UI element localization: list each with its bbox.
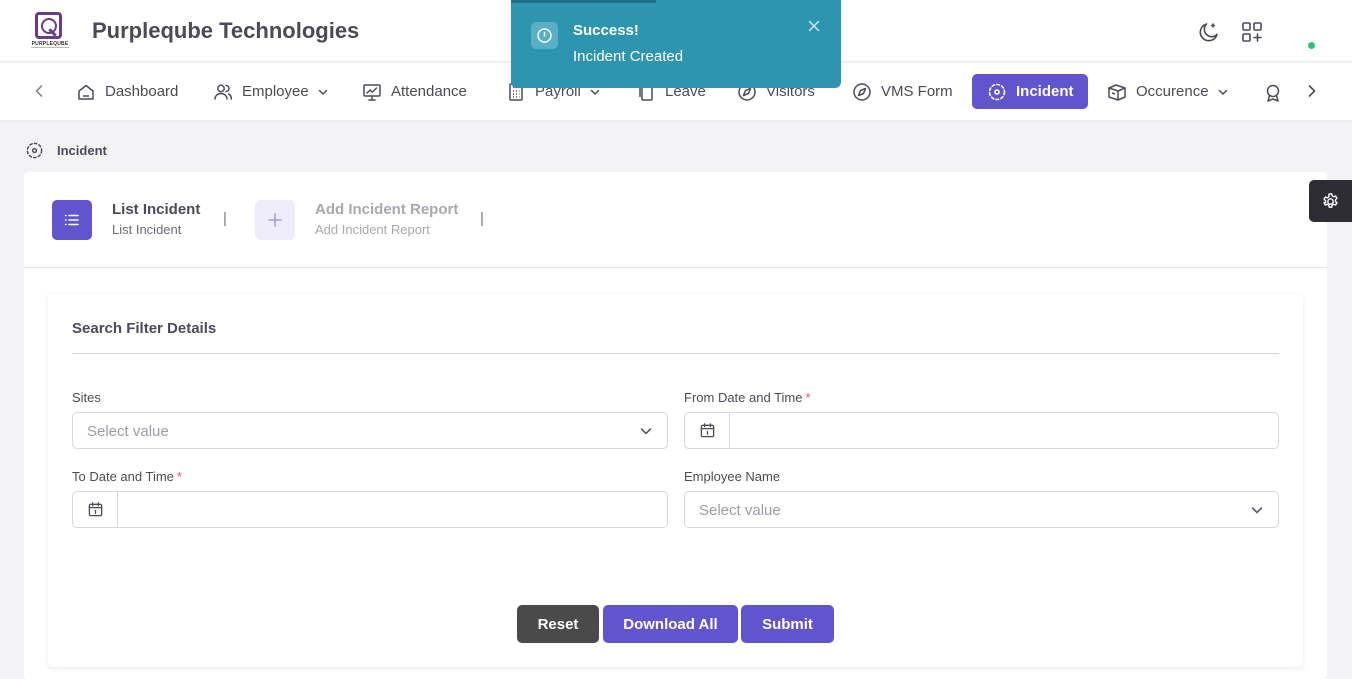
award-icon[interactable] <box>1263 83 1283 103</box>
incident-card: List Incident List Incident | Add Incide… <box>24 172 1327 679</box>
breadcrumb: Incident <box>25 141 107 160</box>
toast-title: Success! <box>573 22 639 39</box>
close-icon[interactable] <box>806 18 822 34</box>
logo-divider <box>31 47 69 48</box>
online-status-dot <box>1308 42 1315 49</box>
moon-icon[interactable] <box>1197 20 1221 44</box>
tab-separator: | <box>480 210 484 227</box>
brand-name: Purpleqube Technologies <box>92 18 360 43</box>
nav-scroll-right-icon[interactable] <box>1302 81 1322 101</box>
filter-title: Search Filter Details <box>72 320 217 337</box>
nav-item-incident[interactable]: Incident <box>972 74 1088 109</box>
nav-item-employee[interactable]: Employee <box>203 74 339 109</box>
reset-button[interactable]: Reset <box>517 605 599 643</box>
tab-subtitle: List Incident <box>112 222 182 237</box>
sites-select[interactable]: Select value <box>72 412 668 449</box>
nav-item-dashboard[interactable]: Dashboard <box>66 74 188 109</box>
nav-label: Occurence <box>1136 83 1209 100</box>
tab-title[interactable]: List Incident <box>112 201 200 218</box>
chevron-down-icon <box>1218 89 1227 95</box>
toast-progress-bar <box>511 0 656 3</box>
info-icon <box>531 22 558 49</box>
toast-message: Incident Created <box>573 48 684 65</box>
success-toast: Success! Incident Created <box>511 0 841 88</box>
company-logo[interactable]: PURPLEQUBE <box>29 12 71 50</box>
to-date-label: To Date and Time * <box>72 469 182 484</box>
calendar-icon[interactable] <box>685 413 730 448</box>
chevron-down-icon <box>1251 507 1263 514</box>
chevron-down-icon <box>640 428 652 435</box>
breadcrumb-label[interactable]: Incident <box>57 143 107 158</box>
tab-title[interactable]: Add Incident Report <box>315 201 458 218</box>
logo-mark <box>35 12 62 39</box>
tab-separator: | <box>223 210 227 227</box>
nav-scroll-left-icon[interactable] <box>29 81 49 101</box>
home-icon <box>78 84 94 100</box>
gear-icon <box>1323 192 1338 208</box>
submit-button[interactable]: Submit <box>741 605 834 643</box>
compass-icon <box>853 82 871 101</box>
users-icon <box>214 84 233 100</box>
tab-add-incident-report[interactable] <box>255 200 295 240</box>
download-all-button[interactable]: Download All <box>603 605 738 643</box>
nav-item-occurence[interactable]: Occurence <box>1097 74 1239 109</box>
chevron-down-icon <box>318 89 327 95</box>
list-icon <box>64 214 79 226</box>
monitor-chart-icon <box>363 83 381 101</box>
nav-label: Employee <box>242 83 309 100</box>
apps-add-icon[interactable] <box>1240 20 1264 44</box>
nav-item-vms-form[interactable]: VMS Form <box>842 74 963 109</box>
from-date-label: From Date and Time * <box>684 390 811 405</box>
incident-icon <box>988 83 1006 100</box>
divider <box>72 353 1279 354</box>
plus-icon <box>268 213 282 227</box>
box-icon <box>1108 83 1126 101</box>
sites-placeholder: Select value <box>87 423 169 440</box>
nav-label: Dashboard <box>105 83 179 100</box>
nav-label: Attendance <box>391 83 467 100</box>
tab-list-incident[interactable] <box>52 200 92 240</box>
calendar-icon[interactable] <box>73 492 118 527</box>
incident-tabs: List Incident List Incident | Add Incide… <box>24 172 1327 268</box>
tab-subtitle: Add Incident Report <box>315 222 430 237</box>
employee-placeholder: Select value <box>699 502 781 519</box>
to-date-field[interactable] <box>72 491 668 528</box>
search-filter-panel: Search Filter Details Sites Select value… <box>48 294 1303 667</box>
sites-label: Sites <box>72 390 101 405</box>
nav-label: Incident <box>1016 83 1074 100</box>
employee-name-label: Employee Name <box>684 469 781 484</box>
theme-settings-toggle[interactable] <box>1309 180 1352 222</box>
from-date-field[interactable] <box>684 412 1279 449</box>
nav-label: VMS Form <box>881 83 953 100</box>
incident-icon <box>26 142 43 159</box>
employee-name-select[interactable]: Select value <box>684 491 1279 528</box>
nav-item-attendance[interactable]: Attendance <box>352 74 477 109</box>
